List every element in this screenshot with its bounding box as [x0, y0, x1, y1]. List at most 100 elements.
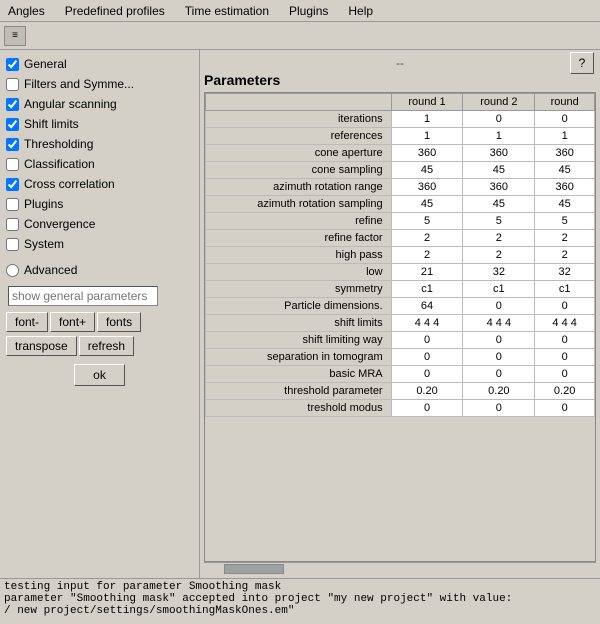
- row-label: azimuth rotation range: [206, 179, 392, 196]
- scrollbar-thumb[interactable]: [224, 564, 284, 574]
- checklist-item-plugins[interactable]: Plugins: [4, 194, 195, 214]
- row-r3: 2: [535, 230, 595, 247]
- checklist-label-convergence: Convergence: [24, 217, 95, 231]
- table-row: cone sampling 45 45 45: [206, 162, 595, 179]
- table-row: cone aperture 360 360 360: [206, 145, 595, 162]
- advanced-radio[interactable]: [6, 264, 19, 277]
- row-r1: 0: [391, 332, 463, 349]
- refresh-button[interactable]: refresh: [79, 336, 134, 356]
- row-label: azimuth rotation sampling: [206, 196, 392, 213]
- checklist-item-convergence[interactable]: Convergence: [4, 214, 195, 234]
- checkbox-cross-correlation[interactable]: [6, 178, 19, 191]
- menu-predefined-profiles[interactable]: Predefined profiles: [61, 3, 169, 19]
- menu-help[interactable]: Help: [344, 3, 377, 19]
- row-r2: 2: [463, 230, 535, 247]
- row-r3: c1: [535, 281, 595, 298]
- right-panel: -- ? Parameters round 1 round 2 round: [200, 50, 600, 578]
- transpose-button[interactable]: transpose: [6, 336, 77, 356]
- row-r1: 0: [391, 366, 463, 383]
- checklist-item-classification[interactable]: Classification: [4, 154, 195, 174]
- row-r3: 4 4 4: [535, 315, 595, 332]
- row-r2: 0: [463, 349, 535, 366]
- checkbox-angular[interactable]: [6, 98, 19, 111]
- row-r3: 1: [535, 128, 595, 145]
- row-r1: 21: [391, 264, 463, 281]
- menu-plugins[interactable]: Plugins: [285, 3, 332, 19]
- row-label: refine factor: [206, 230, 392, 247]
- checkbox-system[interactable]: [6, 238, 19, 251]
- params-table: round 1 round 2 round iterations 1 0 0 r…: [205, 93, 595, 417]
- row-r1: c1: [391, 281, 463, 298]
- dash-label: --: [204, 54, 596, 72]
- row-r2: 32: [463, 264, 535, 281]
- menu-time-estimation[interactable]: Time estimation: [181, 3, 273, 19]
- checklist-item-shift[interactable]: Shift limits: [4, 114, 195, 134]
- checklist-label-angular: Angular scanning: [24, 97, 117, 111]
- advanced-label: Advanced: [24, 263, 77, 277]
- row-r1: 4 4 4: [391, 315, 463, 332]
- checklist-item-angular[interactable]: Angular scanning: [4, 94, 195, 114]
- menu-angles[interactable]: Angles: [4, 3, 49, 19]
- row-r2: 360: [463, 145, 535, 162]
- row-r2: 0: [463, 298, 535, 315]
- checklist-item-filters[interactable]: Filters and Symme...: [4, 74, 195, 94]
- checkbox-shift[interactable]: [6, 118, 19, 131]
- table-row: shift limits 4 4 4 4 4 4 4 4 4: [206, 315, 595, 332]
- params-table-container[interactable]: round 1 round 2 round iterations 1 0 0 r…: [204, 92, 596, 562]
- row-label: separation in tomogram: [206, 349, 392, 366]
- row-r3: 0.20: [535, 383, 595, 400]
- checkbox-filters[interactable]: [6, 78, 19, 91]
- checklist-label-system: System: [24, 237, 64, 251]
- table-row: basic MRA 0 0 0: [206, 366, 595, 383]
- ok-button[interactable]: ok: [74, 364, 125, 386]
- checkbox-plugins[interactable]: [6, 198, 19, 211]
- row-r1: 45: [391, 196, 463, 213]
- row-label: iterations: [206, 111, 392, 128]
- checklist-item-cross-correlation[interactable]: Cross correlation: [4, 174, 195, 194]
- row-r2: c1: [463, 281, 535, 298]
- row-label: shift limits: [206, 315, 392, 332]
- row-r1: 1: [391, 111, 463, 128]
- fonts-button[interactable]: fonts: [97, 312, 141, 332]
- row-r1: 0.20: [391, 383, 463, 400]
- table-row: refine factor 2 2 2: [206, 230, 595, 247]
- toolbar-icon[interactable]: ≡: [4, 26, 26, 46]
- row-r1: 45: [391, 162, 463, 179]
- row-r1: 1: [391, 128, 463, 145]
- row-label: threshold parameter: [206, 383, 392, 400]
- row-r3: 45: [535, 196, 595, 213]
- checkbox-thresholding[interactable]: [6, 138, 19, 151]
- col-header-empty: [206, 94, 392, 111]
- row-r2: 2: [463, 247, 535, 264]
- help-button[interactable]: ?: [570, 52, 594, 74]
- show-general-input[interactable]: [8, 286, 158, 306]
- checkbox-general[interactable]: [6, 58, 19, 71]
- row-label: Particle dimensions.: [206, 298, 392, 315]
- checklist-label-thresholding: Thresholding: [24, 137, 93, 151]
- log-line2: parameter "Smoothing mask" accepted into…: [4, 593, 596, 605]
- log-line1: testing input for parameter Smoothing ma…: [4, 581, 596, 593]
- row-r1: 0: [391, 400, 463, 417]
- font-plus-button[interactable]: font+: [50, 312, 95, 332]
- table-scrollbar[interactable]: [204, 562, 596, 574]
- advanced-radio-item[interactable]: Advanced: [4, 260, 195, 280]
- row-label: cone aperture: [206, 145, 392, 162]
- row-r2: 0.20: [463, 383, 535, 400]
- col-header-round1: round 1: [391, 94, 463, 111]
- row-r1: 2: [391, 247, 463, 264]
- checklist-item-thresholding[interactable]: Thresholding: [4, 134, 195, 154]
- checklist-label-plugins: Plugins: [24, 197, 63, 211]
- checkbox-convergence[interactable]: [6, 218, 19, 231]
- checkbox-classification[interactable]: [6, 158, 19, 171]
- font-minus-button[interactable]: font-: [6, 312, 48, 332]
- row-label: treshold modus: [206, 400, 392, 417]
- params-title: Parameters: [204, 72, 596, 88]
- log-line3: / new project/settings/smoothingMaskOnes…: [4, 605, 596, 617]
- checklist-item-general[interactable]: General: [4, 54, 195, 74]
- table-row: azimuth rotation range 360 360 360: [206, 179, 595, 196]
- row-r1: 64: [391, 298, 463, 315]
- row-label: high pass: [206, 247, 392, 264]
- log-area: testing input for parameter Smoothing ma…: [0, 578, 600, 624]
- checklist-item-system[interactable]: System: [4, 234, 195, 254]
- table-row: azimuth rotation sampling 45 45 45: [206, 196, 595, 213]
